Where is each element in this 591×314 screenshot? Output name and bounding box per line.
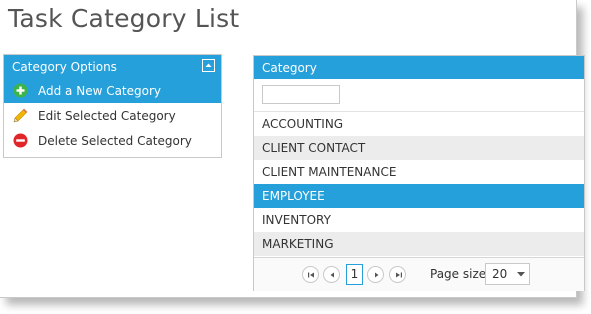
collapse-up-icon bbox=[205, 63, 212, 67]
window-frame: Task Category List Category Options Add … bbox=[0, 0, 585, 298]
current-page-number[interactable]: 1 bbox=[346, 264, 363, 285]
table-row[interactable]: CLIENT MAINTENANCE bbox=[254, 160, 584, 184]
category-cell: CLIENT CONTACT bbox=[262, 141, 366, 155]
category-options-title: Category Options bbox=[12, 60, 117, 74]
delete-category-label: Delete Selected Category bbox=[38, 134, 192, 148]
page-size-value: 20 bbox=[492, 267, 508, 281]
table-row[interactable]: MARKETING bbox=[254, 232, 584, 256]
category-options-panel: Category Options Add a New Category Edit bbox=[3, 54, 222, 158]
category-grid: Category ACCOUNTING CLIENT CONTACT CLIEN… bbox=[253, 55, 585, 291]
add-category-label: Add a New Category bbox=[38, 84, 162, 98]
next-page-icon bbox=[375, 272, 379, 278]
first-page-button[interactable] bbox=[302, 266, 319, 283]
table-row[interactable]: ACCOUNTING bbox=[254, 112, 584, 136]
category-filter-input[interactable] bbox=[262, 85, 340, 104]
prev-page-button[interactable] bbox=[323, 266, 340, 283]
filter-row bbox=[254, 79, 584, 112]
prev-page-icon bbox=[330, 272, 334, 278]
delete-circle-icon bbox=[13, 133, 28, 148]
table-row[interactable]: EMPLOYEE bbox=[254, 184, 584, 208]
grid-pager: 1 Page size: 20 bbox=[254, 257, 584, 291]
table-row[interactable]: CLIENT CONTACT bbox=[254, 136, 584, 160]
chevron-down-icon bbox=[517, 272, 525, 277]
add-circle-icon bbox=[13, 83, 28, 98]
page-title: Task Category List bbox=[8, 4, 240, 33]
category-column-header[interactable]: Category bbox=[262, 61, 317, 75]
collapse-panel-button[interactable] bbox=[202, 59, 215, 72]
category-cell: ACCOUNTING bbox=[262, 117, 344, 131]
last-page-button[interactable] bbox=[389, 266, 406, 283]
category-cell: MARKETING bbox=[262, 237, 334, 251]
edit-category-item[interactable]: Edit Selected Category bbox=[4, 103, 221, 128]
delete-category-item[interactable]: Delete Selected Category bbox=[4, 128, 221, 153]
pencil-icon bbox=[13, 108, 28, 123]
next-page-button[interactable] bbox=[367, 266, 384, 283]
category-cell: INVENTORY bbox=[262, 213, 331, 227]
page-size-select[interactable]: 20 bbox=[485, 263, 530, 285]
page-size-label: Page size: bbox=[430, 267, 491, 281]
add-category-item[interactable]: Add a New Category bbox=[4, 78, 221, 103]
edit-category-label: Edit Selected Category bbox=[38, 109, 176, 123]
category-cell: CLIENT MAINTENANCE bbox=[262, 165, 397, 179]
last-page-icon bbox=[396, 272, 402, 278]
category-cell: EMPLOYEE bbox=[262, 189, 325, 203]
category-options-header: Category Options bbox=[4, 55, 221, 78]
grid-header: Category bbox=[254, 56, 584, 79]
first-page-icon bbox=[308, 272, 314, 278]
table-row[interactable]: INVENTORY bbox=[254, 208, 584, 232]
